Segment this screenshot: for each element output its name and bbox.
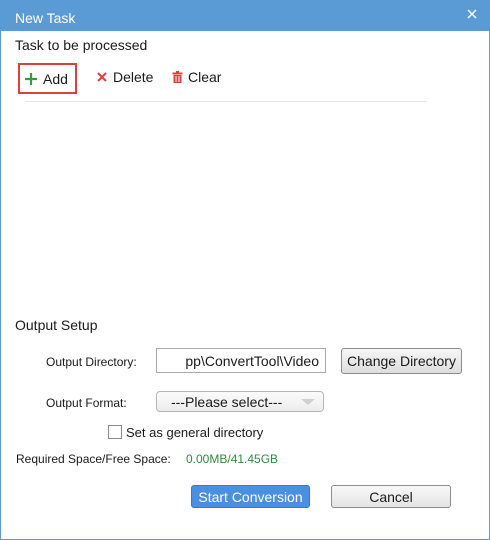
plus-icon [25, 72, 37, 85]
output-format-label: Output Format: [46, 396, 127, 410]
cancel-button[interactable]: Cancel [331, 485, 451, 508]
trash-icon [172, 71, 183, 83]
dialog-title: New Task [15, 10, 76, 26]
clear-button-label: Clear [188, 69, 222, 85]
delete-x-icon [97, 72, 107, 82]
output-directory-value: pp\ConvertTool\Video [185, 352, 319, 369]
general-directory-label[interactable]: Set as general directory [126, 425, 263, 440]
output-format-select[interactable]: ---Please select--- [156, 391, 324, 412]
clear-button[interactable]: Clear [172, 65, 221, 89]
output-section-label: Output Setup [15, 317, 98, 333]
output-directory-label: Output Directory: [46, 355, 137, 369]
output-directory-field[interactable]: pp\ConvertTool\Video [156, 348, 326, 373]
delete-button[interactable]: Delete [96, 65, 153, 89]
new-task-dialog: New Task Task to be processed Add Delete… [0, 0, 490, 540]
general-directory-checkbox[interactable] [108, 425, 122, 439]
close-icon[interactable] [465, 7, 479, 21]
title-bar: New Task [1, 1, 489, 31]
add-button-label: Add [43, 70, 68, 87]
task-list[interactable] [25, 101, 427, 300]
tasks-section-label: Task to be processed [15, 37, 148, 53]
change-directory-button[interactable]: Change Directory [341, 348, 462, 374]
space-label: Required Space/Free Space: [16, 452, 171, 466]
chevron-down-icon [301, 399, 315, 405]
space-value: 0.00MB/41.45GB [186, 452, 279, 466]
start-conversion-button[interactable]: Start Conversion [191, 485, 310, 508]
output-format-selected: ---Please select--- [171, 393, 283, 410]
delete-button-label: Delete [113, 69, 154, 85]
add-button[interactable]: Add [18, 63, 77, 94]
